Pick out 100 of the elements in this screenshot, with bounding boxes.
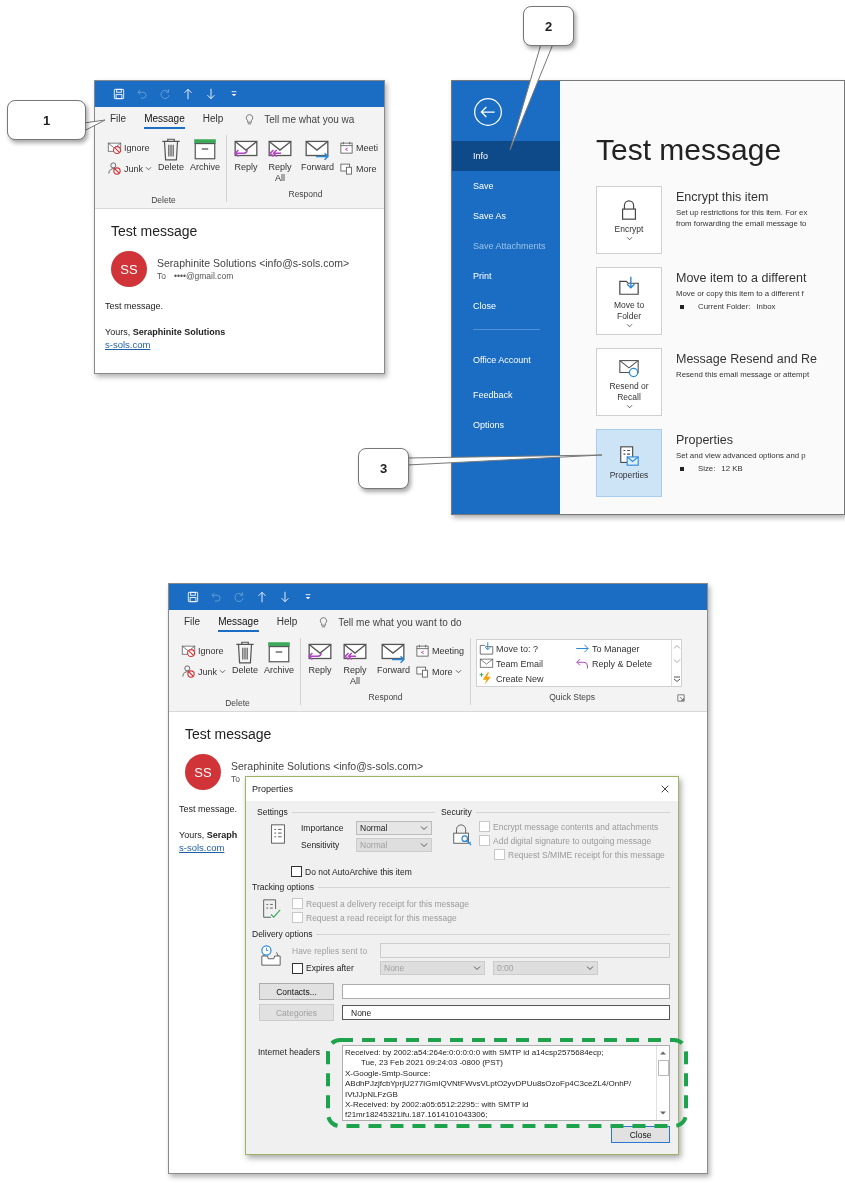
search-hint[interactable]: Tell me what you want to do [338,616,462,628]
devices-icon [339,161,354,176]
backstage-menu-item[interactable]: Save As [452,201,560,231]
ribbon-button[interactable]: Meeting [414,642,466,659]
chevron-icon [586,965,594,971]
ignore-icon [107,140,122,155]
bullet-icon [680,304,684,309]
checkbox-option[interactable]: Do not AutoArchive this item [291,866,670,877]
message-body: Test message. [179,804,238,814]
quick-step-button[interactable]: Move to: ? [479,641,576,656]
message-subject: Test message [111,223,198,239]
ribbon-button[interactable]: Reply [306,638,335,692]
dropdown-field[interactable]: Normal [356,821,432,835]
save-icon[interactable] [112,87,126,101]
ribbon-button[interactable]: Forward [376,638,411,692]
group-label: Respond [367,692,404,704]
close-icon[interactable] [660,784,670,794]
ribbon-button[interactable]: Forward [300,135,334,189]
website-link[interactable]: s-sols.com [179,842,225,853]
callout-label: 2 [523,6,574,46]
action-tile-button[interactable]: Move to Folder [596,267,662,335]
action-heading: Properties [676,433,734,447]
backstage-menu-item[interactable]: Print [452,261,560,291]
ribbon-button[interactable]: Archive [263,638,296,698]
backstage-menu-item[interactable]: Office Account [452,340,535,380]
devices-icon [415,664,431,679]
junk-icon [181,664,196,679]
ribbon-button[interactable]: Meeti [338,139,379,156]
scroll-up-icon[interactable] [659,1050,668,1056]
ribbon-tab[interactable]: Message [144,109,185,129]
action-heading: Encrypt this item [676,190,770,204]
action-tile-button[interactable]: Properties [596,429,662,497]
scroll-down-icon[interactable] [659,1110,668,1116]
backstage-menu-item[interactable]: Close [452,291,560,321]
recipient-address: ••••@gmail.com [174,271,234,281]
section-heading: Delivery options [252,929,313,939]
ribbon-button[interactable]: Reply All [338,638,373,692]
field-label: Sensitivity [301,840,341,850]
group-label: Delete [224,698,251,710]
scroll-thumb[interactable] [657,1060,669,1076]
search-hint[interactable]: Tell me what you wa [264,113,355,125]
backstage-menu-item[interactable]: Save [452,171,560,201]
down-arrow-icon[interactable] [204,87,218,101]
quick-step-button[interactable]: To Manager [575,641,670,656]
quick-step-button[interactable]: Create New [479,671,576,686]
callout-label: 1 [7,100,86,140]
action-tile-button[interactable]: Encrypt [596,186,662,254]
ribbon-button[interactable]: Delete [157,135,186,195]
contacts-button[interactable]: Contacts... [259,983,334,1000]
up-arrow-icon[interactable] [255,590,269,604]
ribbon-button[interactable]: Junk [106,160,153,177]
dialog-launcher-icon[interactable] [677,694,686,702]
dialog-title: Properties [252,784,294,794]
ribbon-button[interactable]: Archive [189,135,222,195]
backstage-menu-item[interactable]: Options [452,410,560,440]
ribbon-tab[interactable]: File [184,612,201,632]
ribbon-tab[interactable]: Help [276,612,298,632]
chevron-icon [420,842,428,848]
calendar-icon [415,643,431,658]
ribbon-button[interactable]: Delete [231,638,260,698]
inbox-clock-icon [260,943,282,969]
up-arrow-icon[interactable] [181,87,195,101]
input-field[interactable] [342,984,670,999]
field-label: Internet headers [258,1046,321,1059]
action-heading: Message Resend and Re [676,352,818,366]
ribbon-button[interactable]: Reply All [264,135,296,189]
avatar: SS [111,251,147,287]
field-label: Importance [301,823,345,833]
ignore-icon [181,643,196,658]
ribbon-tab[interactable]: Help [202,109,224,129]
down-arrow-icon[interactable] [278,590,292,604]
properties-icon [618,445,640,467]
ribbon-button[interactable]: Reply [232,135,261,189]
input-field[interactable] [380,943,670,958]
website-link[interactable]: s-sols.com [105,339,151,350]
backstage-menu-item[interactable]: Feedback [452,380,560,410]
checkbox-option[interactable]: Expires after [292,962,376,974]
save-icon[interactable] [186,590,200,604]
ribbon-tab[interactable]: File [110,109,127,129]
backstage-menu-item[interactable]: Info [452,141,560,171]
ribbon-tab[interactable]: Message [218,612,259,632]
sender-name: Seraphinite Solutions <info@s-sols.com> [231,760,424,772]
quick-step-button[interactable]: Team Email [479,656,576,671]
message-closing: Yours, Seraph [179,830,238,840]
to-label: To [231,774,240,784]
group-label: Respond [287,189,324,201]
section-heading: Settings [257,807,288,817]
section-heading: Tracking options [252,882,315,892]
back-button[interactable] [473,97,503,127]
headers-text-area[interactable]: Received: by 2002:a54:264e:0:0:0:0:0 with SMTP id a14csp2575684ecp; Tue, 23 Feb 2021 09:24:03 -0800 (PST) X-Google-Smtp-Source: ABdhPJzjfcbYprjU277IGmIQVNtFWvsVLptO2yvDPUu8sOzoFp4C3ceZL4/OnhP/ IVtJJpNLFzGB X-Received: by 2002:a05:6512:2295:: with SMTP id f21mr18245321lfu.187.1614101043306; [342,1045,670,1121]
ribbon-button[interactable]: More [338,160,379,177]
avatar: SS [185,754,221,790]
ribbon-button[interactable]: Ignore [180,642,227,659]
ribbon-button[interactable]: More [414,663,466,680]
expand-gallery-icon[interactable] [672,676,681,682]
close-button[interactable]: Close [611,1126,670,1143]
ribbon-button[interactable]: Junk [180,663,227,680]
action-tile-button[interactable]: Resend or Recall [596,348,662,416]
ribbon-button[interactable]: Ignore [106,139,153,156]
quick-step-button[interactable]: Reply & Delete [575,656,670,671]
